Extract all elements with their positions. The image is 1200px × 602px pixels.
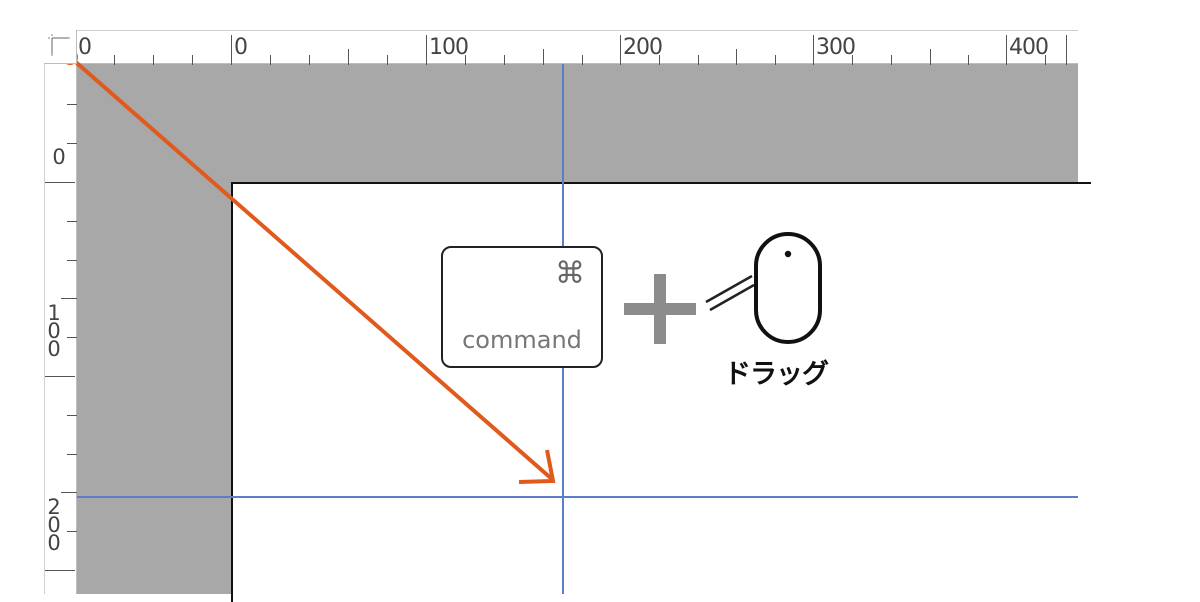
ruler-minor-tick: [582, 55, 583, 65]
ruler-minor-tick: [114, 55, 115, 65]
ruler-minor-tick: [270, 55, 271, 65]
ruler-origin-corner[interactable]: [44, 30, 77, 64]
ruler-tick: [426, 35, 427, 65]
plus-vertical-bar: [654, 274, 666, 344]
ruler-minor-tick: [67, 260, 77, 261]
ruler-minor-tick: [891, 55, 892, 65]
ruler-tick: [620, 35, 621, 65]
ruler-minor-tick: [67, 221, 77, 222]
horizontal-ruler[interactable]: 0 0 100 200 300 400: [44, 30, 1078, 65]
ruler-tick: [1006, 35, 1007, 65]
ruler-mid-tick: [61, 298, 77, 299]
ruler-tick: [813, 35, 814, 65]
ruler-tick: [231, 35, 232, 65]
ruler-origin-icon: [48, 34, 72, 58]
ruler-tick: [45, 376, 75, 377]
ruler-label: 100: [429, 35, 469, 60]
command-key: ⌘ command: [441, 246, 603, 368]
ruler-mid-tick: [930, 49, 931, 65]
ruler-minor-tick: [698, 55, 699, 65]
ruler-minor-tick: [309, 55, 310, 65]
ruler-label: 0: [78, 35, 92, 60]
ruler-minor-tick: [67, 415, 77, 416]
ruler-label: 400: [1009, 35, 1049, 60]
ruler-minor-tick: [192, 55, 193, 65]
ruler-label: 200: [47, 495, 61, 556]
ruler-minor-tick: [67, 104, 77, 105]
ruler-minor-tick: [67, 143, 77, 144]
ruler-mid-tick: [543, 49, 544, 65]
ruler-label: 100: [47, 301, 61, 362]
ruler-minor-tick: [775, 55, 776, 65]
ruler-label: 200: [623, 35, 663, 60]
mouse-icon: [705, 232, 822, 344]
ruler-minor-tick: [67, 454, 77, 455]
ruler-label: 0: [52, 145, 66, 169]
ruler-minor-tick: [968, 55, 969, 65]
drag-label: ドラッグ: [724, 359, 829, 390]
ruler-mid-tick: [736, 49, 737, 65]
document-page[interactable]: [231, 182, 1091, 602]
command-key-label: command: [462, 326, 582, 354]
ruler-minor-tick: [153, 55, 154, 65]
ruler-minor-tick: [67, 531, 77, 532]
ruler-minor-tick: [67, 337, 77, 338]
ruler-tick: [45, 570, 75, 571]
ruler-label: 300: [816, 35, 856, 60]
ruler-minor-tick: [387, 55, 388, 65]
ruler-tick: [45, 182, 75, 183]
ruler-mid-tick: [348, 49, 349, 65]
vertical-ruler[interactable]: 0 100 200: [44, 30, 77, 594]
ruler-label: 0: [234, 35, 248, 60]
ruler-mid-tick: [61, 492, 77, 493]
ruler-minor-tick: [504, 55, 505, 65]
command-symbol-icon: ⌘: [555, 256, 585, 291]
horizontal-guide[interactable]: [77, 496, 1078, 498]
ruler-tick: [1066, 35, 1067, 65]
canvas-stage: 0 0 100 200 300 400 0 100 200 ⌘ command …: [0, 0, 1200, 602]
